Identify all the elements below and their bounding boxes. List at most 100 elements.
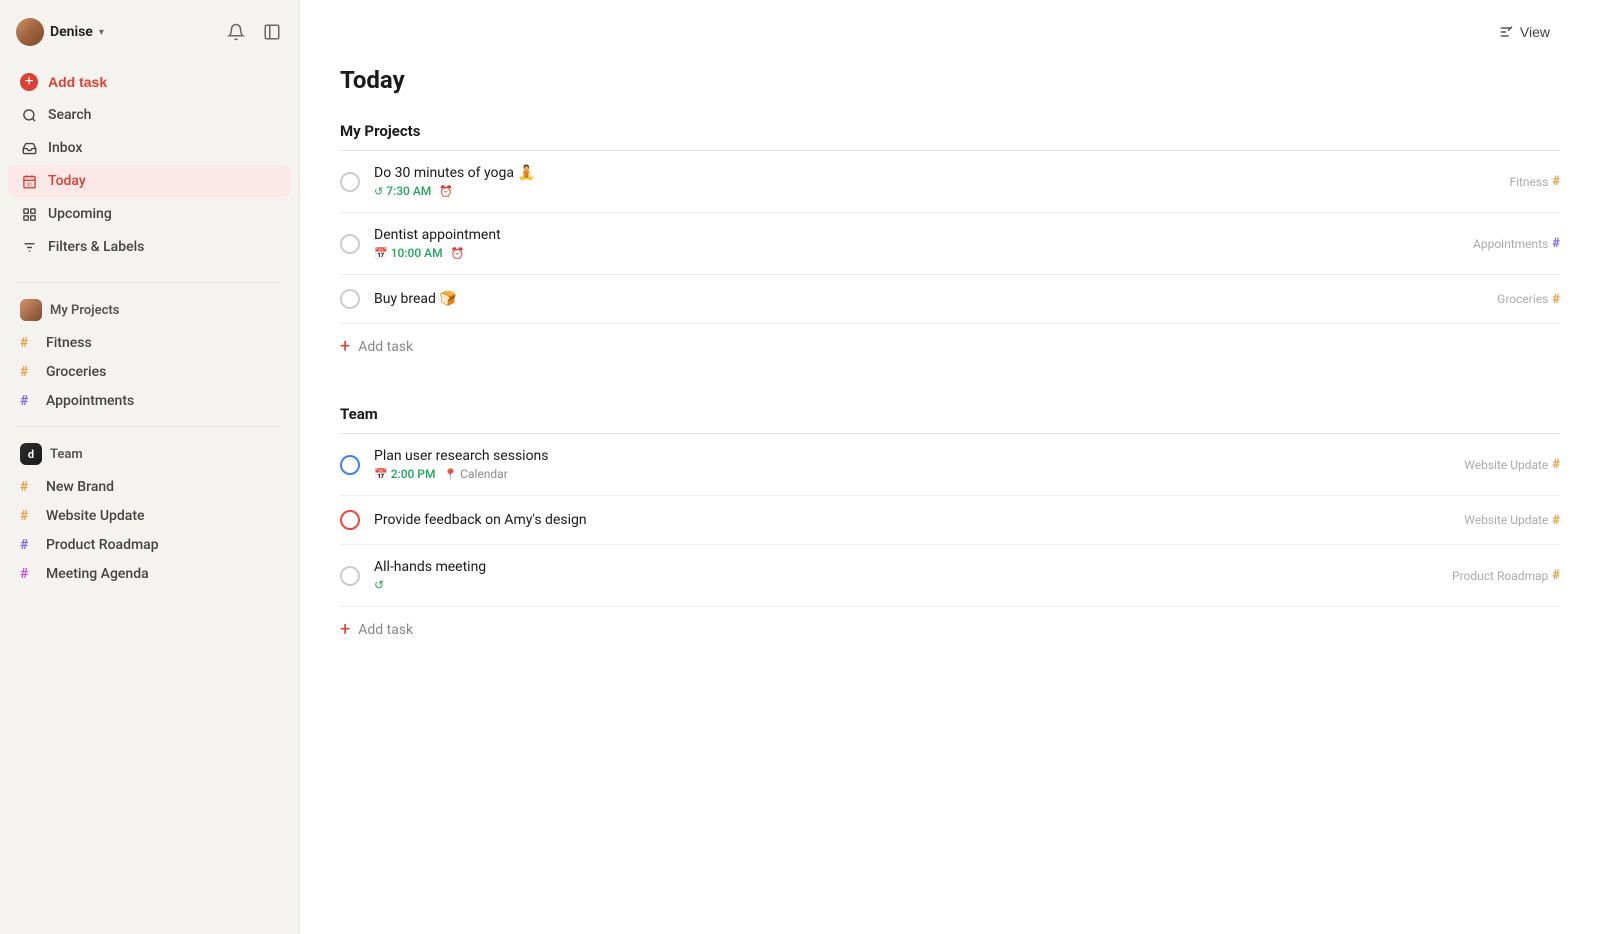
task-checkbox-yoga[interactable] xyxy=(340,172,360,192)
task-row-bread[interactable]: Buy bread 🍞 Groceries # xyxy=(340,275,1560,324)
task-right-feedback: Website Update # xyxy=(1464,513,1560,528)
task-alarm-yoga: ⏰ xyxy=(439,185,453,198)
task-checkbox-bread[interactable] xyxy=(340,289,360,309)
task-main-user-research: Plan user research sessions 📅 2:00 PM 📍 … xyxy=(374,448,1448,481)
refresh-icon-all-hands: ↺ xyxy=(374,578,384,592)
user-section[interactable]: Denise ▾ xyxy=(16,18,104,46)
project-groceries-label: Groceries xyxy=(46,364,106,380)
add-task-row-my-projects[interactable]: + Add task xyxy=(340,324,1560,369)
view-button[interactable]: View xyxy=(1488,18,1560,46)
add-task-label-team: Add task xyxy=(358,622,413,638)
sidebar-item-inbox[interactable]: Inbox xyxy=(8,132,291,164)
sidebar-header: Denise ▾ xyxy=(0,0,299,58)
task-row-yoga[interactable]: Do 30 minutes of yoga 🧘 ↺ 7:30 AM ⏰ Fitn… xyxy=(340,151,1560,213)
sidebar-item-inbox-label: Inbox xyxy=(48,140,82,156)
calendar-icon-user-research: 📅 xyxy=(374,468,388,481)
sidebar-item-search[interactable]: Search xyxy=(8,99,291,131)
sidebar-item-website-update[interactable]: # Website Update xyxy=(8,502,291,530)
header-icons xyxy=(225,21,283,43)
project-new-brand-label: New Brand xyxy=(46,479,114,495)
sidebar-item-fitness[interactable]: # Fitness xyxy=(8,329,291,357)
layout-button[interactable] xyxy=(261,21,283,43)
task-row-user-research[interactable]: Plan user research sessions 📅 2:00 PM 📍 … xyxy=(340,434,1560,496)
refresh-icon: ↺ xyxy=(374,185,383,198)
task-meta-user-research: 📅 2:00 PM 📍 Calendar xyxy=(374,467,1448,481)
task-project-dentist: Appointments xyxy=(1473,237,1548,251)
hash-icon: # xyxy=(20,393,36,409)
task-project-user-research: Website Update xyxy=(1464,458,1548,472)
notifications-button[interactable] xyxy=(225,21,247,43)
divider-2 xyxy=(16,426,283,427)
task-alarm-dentist: ⏰ xyxy=(451,247,465,260)
task-name-user-research: Plan user research sessions xyxy=(374,448,1448,464)
task-name-bread: Buy bread 🍞 xyxy=(374,291,1481,307)
task-row-feedback[interactable]: Provide feedback on Amy's design Website… xyxy=(340,496,1560,545)
layout-icon xyxy=(263,23,281,41)
team-label: Team xyxy=(50,447,83,462)
task-project-all-hands: Product Roadmap xyxy=(1452,569,1548,583)
task-hash-all-hands: # xyxy=(1552,568,1560,583)
task-name-dentist: Dentist appointment xyxy=(374,227,1457,243)
filters-icon xyxy=(20,238,38,256)
team-header[interactable]: d Team xyxy=(8,437,291,471)
task-name-feedback: Provide feedback on Amy's design xyxy=(374,512,1448,528)
task-right-all-hands: Product Roadmap # xyxy=(1452,568,1560,583)
task-hash-bread: # xyxy=(1552,292,1560,307)
sidebar-item-new-brand[interactable]: # New Brand xyxy=(8,473,291,501)
sidebar-item-filters[interactable]: Filters & Labels xyxy=(8,231,291,263)
project-product-roadmap-label: Product Roadmap xyxy=(46,537,159,553)
task-meta-yoga: ↺ 7:30 AM ⏰ xyxy=(374,184,1493,198)
my-projects-avatar xyxy=(20,299,42,321)
project-appointments-label: Appointments xyxy=(46,393,134,409)
task-main-feedback: Provide feedback on Amy's design xyxy=(374,512,1448,528)
hash-icon: # xyxy=(20,537,36,553)
sidebar-item-today-label: Today xyxy=(48,173,86,189)
task-row-all-hands[interactable]: All-hands meeting ↺ Product Roadmap # xyxy=(340,545,1560,607)
sidebar-item-meeting-agenda[interactable]: # Meeting Agenda xyxy=(8,560,291,588)
task-time-user-research: 📅 2:00 PM xyxy=(374,467,435,481)
view-icon xyxy=(1498,24,1514,40)
user-name: Denise xyxy=(50,24,93,40)
hash-icon: # xyxy=(20,566,36,582)
task-main-all-hands: All-hands meeting ↺ xyxy=(374,559,1436,592)
view-label: View xyxy=(1520,24,1550,40)
hash-icon: # xyxy=(20,335,36,351)
calendar-icon-dentist: 📅 xyxy=(374,247,388,260)
add-task-button[interactable]: + Add task xyxy=(8,66,291,98)
task-checkbox-dentist[interactable] xyxy=(340,234,360,254)
add-task-row-team[interactable]: + Add task xyxy=(340,607,1560,652)
sidebar-item-appointments[interactable]: # Appointments xyxy=(8,387,291,415)
task-time-yoga: ↺ 7:30 AM xyxy=(374,184,431,198)
plus-circle-icon: + xyxy=(20,73,38,91)
my-projects-label: My Projects xyxy=(50,303,119,318)
task-hash-dentist: # xyxy=(1552,236,1560,251)
task-row-dentist[interactable]: Dentist appointment 📅 10:00 AM ⏰ Appoint… xyxy=(340,213,1560,275)
my-projects-header[interactable]: My Projects xyxy=(8,293,291,327)
sidebar-item-groceries[interactable]: # Groceries xyxy=(8,358,291,386)
my-projects-task-section: My Projects Do 30 minutes of yoga 🧘 ↺ 7:… xyxy=(340,122,1560,369)
sidebar: Denise ▾ + Add task xyxy=(0,0,300,934)
svg-text:21: 21 xyxy=(26,182,31,187)
sidebar-item-upcoming[interactable]: Upcoming xyxy=(8,198,291,230)
add-task-label: Add task xyxy=(48,74,107,90)
task-right-yoga: Fitness # xyxy=(1509,174,1560,189)
main-body: Today My Projects Do 30 minutes of yoga … xyxy=(300,46,1600,728)
task-checkbox-user-research[interactable] xyxy=(340,455,360,475)
task-name-all-hands: All-hands meeting xyxy=(374,559,1436,575)
task-meta-dentist: 📅 10:00 AM ⏰ xyxy=(374,246,1457,260)
hash-icon: # xyxy=(20,364,36,380)
task-checkbox-feedback[interactable] xyxy=(340,510,360,530)
project-website-update-label: Website Update xyxy=(46,508,145,524)
team-task-section: Team Plan user research sessions 📅 2:00 … xyxy=(340,405,1560,652)
sidebar-item-product-roadmap[interactable]: # Product Roadmap xyxy=(8,531,291,559)
my-projects-section-title: My Projects xyxy=(340,122,1560,150)
task-name-yoga: Do 30 minutes of yoga 🧘 xyxy=(374,165,1493,181)
task-checkbox-all-hands[interactable] xyxy=(340,566,360,586)
task-right-user-research: Website Update # xyxy=(1464,457,1560,472)
main-header: View xyxy=(300,0,1600,46)
sidebar-item-today[interactable]: 21 Today xyxy=(8,165,291,197)
project-meeting-agenda-label: Meeting Agenda xyxy=(46,566,149,582)
hash-icon: # xyxy=(20,479,36,495)
task-hash-user-research: # xyxy=(1552,457,1560,472)
task-project-feedback: Website Update xyxy=(1464,513,1548,527)
